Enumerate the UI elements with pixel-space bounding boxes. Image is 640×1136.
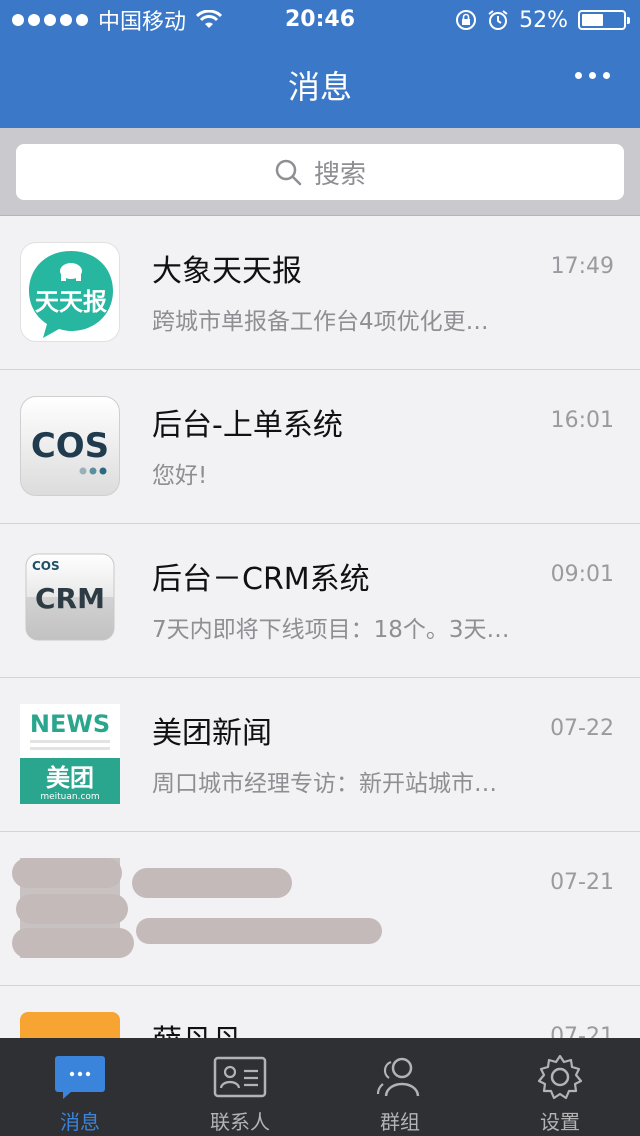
tab-contacts[interactable]: 联系人 (160, 1038, 320, 1136)
battery-fill (582, 14, 603, 26)
tab-label: 联系人 (210, 1110, 270, 1134)
app-root: 中国移动 20:46 52% 消息 搜索 天天报 大象天天报 17:49 跨城市… (0, 0, 640, 1136)
redaction-mark (12, 928, 134, 958)
message-preview: 您好! (152, 463, 208, 489)
message-row[interactable]: 07-21 (0, 832, 640, 986)
tab-groups[interactable]: 群组 (320, 1038, 480, 1136)
group-icon (376, 1057, 420, 1097)
meituan-avatar-text: 美团 (46, 764, 94, 792)
alarm-icon (488, 10, 508, 30)
message-title: 大象天天报 (152, 254, 302, 289)
message-title: 后台-上单系统 (152, 408, 343, 443)
message-time: 09:01 (550, 562, 614, 587)
crm-avatar-text: CRM (35, 582, 105, 615)
contact-card-icon (213, 1056, 267, 1098)
tab-settings[interactable]: 设置 (480, 1038, 640, 1136)
message-preview: 7天内即将下线项目：18个。3天… (152, 617, 510, 643)
meituan-news-avatar: NEWS 美团 meituan.com (20, 704, 120, 804)
redaction-mark (16, 894, 128, 924)
chat-bubble-icon (55, 1056, 105, 1099)
redaction-mark (132, 868, 292, 898)
redaction-mark (136, 918, 382, 944)
battery-icon (578, 10, 630, 30)
more-options-button[interactable] (575, 72, 610, 79)
crm-avatar: COS CRM (20, 550, 120, 650)
tab-messages[interactable]: 消息 (0, 1038, 160, 1136)
crm-avatar-small-text: COS (32, 559, 60, 573)
message-preview: 跨城市单报备工作台4项优化更… (152, 309, 489, 335)
elephant-avatar-text: 天天报 (35, 287, 107, 316)
tab-label: 消息 (60, 1110, 100, 1134)
redaction-mark (12, 858, 122, 888)
cos-avatar-text: COS (31, 426, 109, 466)
message-time: 07-21 (550, 870, 614, 895)
news-avatar-text: NEWS (30, 710, 110, 738)
message-title: 后台－CRM系统 (152, 562, 370, 597)
more-dot-icon (575, 72, 582, 79)
message-list: 天天报 大象天天报 17:49 跨城市单报备工作台4项优化更… COS 后台-上… (0, 216, 640, 1136)
message-title: 美团新闻 (152, 716, 272, 751)
meituan-domain-text: meituan.com (40, 792, 99, 802)
battery-percent: 52% (519, 7, 568, 33)
search-icon (275, 159, 302, 186)
gear-icon (537, 1054, 583, 1100)
tab-bar: 消息 联系人 群组 设置 (0, 1038, 640, 1136)
message-preview: 周口城市经理专访：新开站城市… (152, 771, 497, 797)
cos-avatar: COS (20, 396, 120, 496)
more-dot-icon (589, 72, 596, 79)
message-time: 17:49 (550, 254, 614, 279)
elephant-daily-avatar: 天天报 (20, 242, 120, 342)
message-row[interactable]: 天天报 大象天天报 17:49 跨城市单报备工作台4项优化更… (0, 216, 640, 370)
search-placeholder: 搜索 (313, 159, 366, 190)
more-dot-icon (603, 72, 610, 79)
top-bar: 中国移动 20:46 52% 消息 (0, 0, 640, 128)
message-time: 16:01 (550, 408, 614, 433)
tab-label: 设置 (540, 1110, 580, 1134)
search-input[interactable]: 搜索 (16, 144, 624, 200)
page-title: 消息 (287, 68, 352, 106)
status-right: 52% (455, 7, 630, 33)
search-bar-container: 搜索 (0, 128, 640, 216)
message-row[interactable]: COS 后台-上单系统 16:01 您好! (0, 370, 640, 524)
message-row[interactable]: NEWS 美团 meituan.com 美团新闻 07-22 周口城市经理专访：… (0, 678, 640, 832)
message-time: 07-22 (550, 716, 614, 741)
status-bar: 中国移动 20:46 52% (0, 0, 640, 40)
orientation-lock-icon (456, 10, 477, 30)
message-row[interactable]: COS CRM 后台－CRM系统 09:01 7天内即将下线项目：18个。3天… (0, 524, 640, 678)
tab-label: 群组 (380, 1110, 420, 1134)
